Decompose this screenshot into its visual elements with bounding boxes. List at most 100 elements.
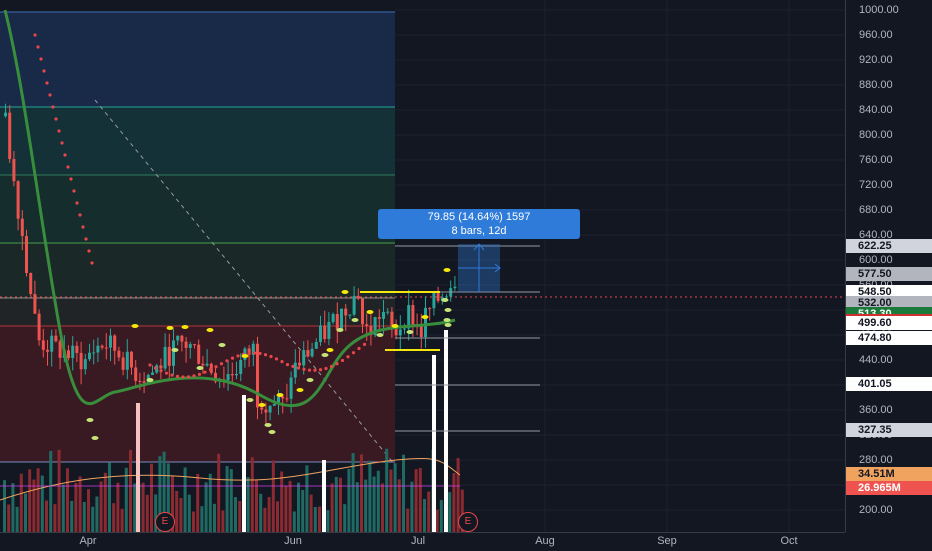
volume-bar [313,506,317,532]
volume-bar [141,482,145,532]
volume-bar [376,470,380,532]
volume-bar [267,497,271,532]
sar-dot [63,153,67,157]
volume-bar [78,476,82,532]
volume-bar [280,471,284,532]
candle-body [356,295,360,299]
chart-window[interactable]: 79.85 (14.64%) 1597 8 bars, 12d E E 1000… [0,0,932,551]
candle-body [96,345,100,353]
candle-body [180,335,184,342]
candle-body [302,350,306,366]
price-level-badge[interactable]: 474.80 [846,331,932,346]
sar-dot [258,351,262,356]
candle-body [390,311,394,326]
volume-level-badge[interactable]: 34.51M [846,467,932,481]
volume-bar [448,492,452,532]
candle-body [260,407,264,410]
measure-tool-label[interactable]: 79.85 (14.64%) 1597 8 bars, 12d [378,209,580,239]
time-axis[interactable]: Apr Jun Jul Aug Sep Oct [0,532,845,551]
volume-bar [129,449,132,532]
volume-bar [234,497,237,532]
volume-bar [40,475,44,532]
candle-body [319,325,322,343]
sar-dot [72,189,76,193]
volume-bar [414,469,418,532]
candle-body [432,292,436,309]
candle-body [188,344,192,348]
signal-marker-green [91,436,99,440]
price-level-badge[interactable]: 499.60 [846,315,932,330]
signal-marker-green [146,378,154,382]
sar-dot [57,129,61,133]
volume-bar [124,467,128,532]
candle-body [335,313,339,330]
price-level-badge[interactable]: 577.50 [846,267,932,282]
sar-dot [36,45,40,49]
candle-body [361,298,364,325]
candle-body [386,311,390,313]
signal-marker-green [351,318,359,322]
chart-plot-area[interactable]: 79.85 (14.64%) 1597 8 bars, 12d E E [0,0,845,532]
sar-dot [324,366,328,371]
volume-bar [120,508,124,532]
candle-body [314,342,318,349]
sar-dot [219,362,224,366]
sar-dot [225,359,229,363]
volume-bar [208,473,212,532]
volume-bar [259,493,263,532]
signal-bar [432,355,436,532]
volume-bar [297,482,300,532]
signal-marker-yellow [443,268,451,272]
candle-body [71,345,75,359]
volume-bar [133,483,137,532]
volume-bar [355,482,359,532]
volume-bar [221,510,225,532]
sar-dot [285,363,290,367]
volume-bar [36,468,40,532]
signal-marker-yellow [366,310,374,314]
candle-body [331,313,335,322]
sar-dot [78,213,82,217]
fib-band [0,12,395,107]
candle-body [79,352,83,370]
sar-dot [203,370,207,374]
earnings-marker[interactable]: E [155,512,175,532]
volume-bar [57,449,61,532]
sar-dot [302,367,306,371]
volume-bar [61,484,65,532]
volume-bar [372,476,376,532]
volume-level-badge[interactable]: 26.965M [846,481,932,495]
price-tick-label: 600.00 [859,254,893,266]
volume-bar [284,485,288,532]
price-level-badge[interactable]: 401.05 [846,377,932,392]
signal-marker-yellow [131,324,139,328]
volume-bar [150,463,153,532]
earnings-marker[interactable]: E [458,512,478,532]
price-level-badge[interactable]: 327.35 [846,423,932,438]
candle-body [293,362,297,378]
price-level-badge[interactable]: 622.25 [846,239,932,254]
signal-marker-green [321,353,329,357]
volume-bar [24,493,27,532]
volume-bar [238,501,242,532]
candle-body [310,348,314,357]
price-tick-label: 760.00 [859,154,893,166]
volume-bar [95,496,99,532]
volume-bar [347,468,351,532]
volume-bar [99,481,103,532]
volume-bar [116,482,120,532]
volume-bar [288,480,292,532]
sar-dot [357,346,361,351]
signal-marker-green [444,323,452,327]
volume-bar [427,491,431,532]
price-axis[interactable]: 1000.00 960.00 920.00 880.00 840.00 800.00 760… [845,0,932,532]
volume-bar [32,479,36,532]
candle-body [193,344,196,346]
price-chart-svg[interactable] [0,0,845,532]
candle-body [377,317,381,319]
sar-dot [81,225,85,229]
candle-body [281,396,285,399]
signal-marker-green [443,318,451,322]
candle-body [117,350,121,358]
volume-bar [66,468,69,532]
